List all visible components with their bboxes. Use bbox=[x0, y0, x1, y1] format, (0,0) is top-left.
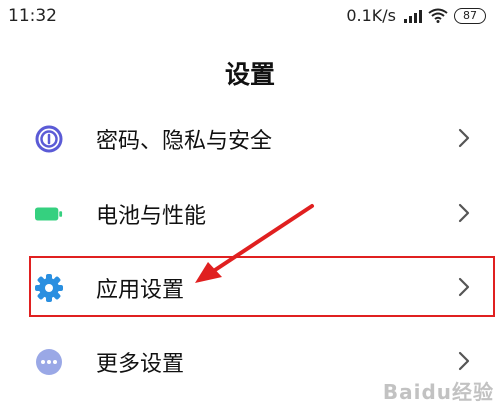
watermark-logo: Baidu经验 bbox=[382, 380, 494, 404]
annotation-arrow bbox=[195, 204, 314, 283]
